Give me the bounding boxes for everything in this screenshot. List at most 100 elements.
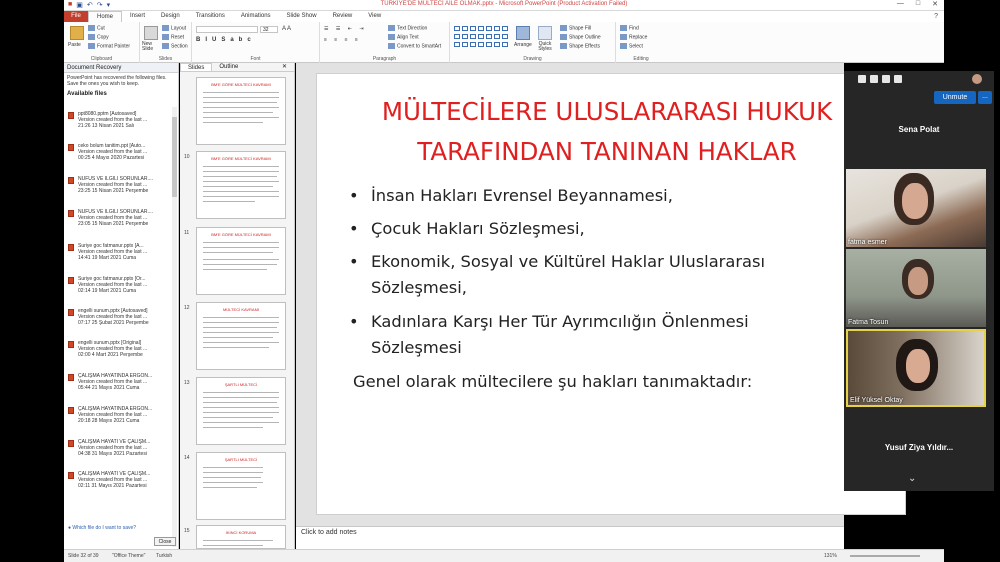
slides-label: Slides [158, 56, 173, 62]
slide-thumbnail[interactable]: ŞARTLI MÜLTECİ [196, 452, 286, 520]
slide-thumbnail[interactable]: MÜLTECİ KAVRAMI [196, 302, 286, 370]
recovery-file-item[interactable]: Suriye goc fatmanur.pptx [Or... Version c… [68, 276, 168, 306]
recovery-close-button[interactable]: Close [154, 537, 176, 546]
recovery-scrollbar[interactable] [172, 107, 177, 547]
new-slide-icon[interactable] [144, 26, 158, 40]
language-indicator[interactable]: Turkish [156, 550, 172, 562]
convert-smartart-button[interactable]: Convert to SmartArt [388, 43, 441, 49]
font-size-field[interactable]: 32 [260, 26, 278, 33]
more-options-button[interactable]: ... [978, 91, 992, 104]
slide-thumbnail[interactable]: BM'E GÖRE MÜLTECİ KAVRAMI [196, 77, 286, 145]
recovery-file-item[interactable]: NÜFUS VE İLGİLİ SORUNLAR.... Version crea… [68, 176, 168, 206]
replace-button[interactable]: Replace [620, 34, 647, 40]
slide-thumbnail[interactable]: BM'E GÖRE MÜLTECİ KAVRAMI [196, 227, 286, 295]
minimize-view-icon[interactable] [858, 75, 866, 83]
pane-close-icon[interactable]: ✕ [275, 63, 294, 71]
cut-button[interactable]: Cut [88, 25, 105, 31]
font-name-field[interactable] [196, 26, 258, 33]
tab-home[interactable]: Home [88, 11, 123, 22]
slide-editing-area: MÜLTECİLERE ULUSLARARASI HUKUK TARAFINDA… [296, 63, 906, 526]
new-slide-button[interactable]: New Slide [142, 42, 162, 52]
recovery-file-item[interactable]: NÜFUS VE İLGİLİ SORUNLAR.... Version crea… [68, 209, 168, 239]
tab-view[interactable]: View [360, 11, 389, 22]
chevron-down-icon[interactable]: ⌄ [908, 473, 916, 484]
format-painter-button[interactable]: Format Painter [88, 43, 130, 49]
find-button[interactable]: Find [620, 25, 639, 31]
font-format-buttons[interactable]: BIUSabc [196, 37, 256, 43]
current-slide[interactable]: MÜLTECİLERE ULUSLARARASI HUKUK TARAFINDA… [316, 73, 906, 515]
maximize-icon[interactable]: □ [916, 0, 920, 8]
recovery-file-item[interactable]: Suriye goc fatmanur.pptx [A... Version cr… [68, 243, 168, 273]
recovery-file-item[interactable]: engelli sunum.pptx [Original] Version cre… [68, 340, 168, 370]
participant-video-tile-active[interactable]: Elif Yüksel Oktay [846, 329, 986, 407]
slides-group: New Slide Layout Reset Section Slides [140, 22, 192, 63]
align-text-button[interactable]: Align Text [388, 34, 419, 40]
participant-name-only: Yusuf Ziya Yıldır... [884, 443, 954, 452]
reset-button[interactable]: Reset [162, 34, 184, 40]
which-file-link[interactable]: ● Which file do I want to save? [68, 525, 136, 531]
slide-thumbnail[interactable]: BM'E GÖRE MÜLTECİ KAVRAMI [196, 151, 286, 219]
slide-title[interactable]: MÜLTECİLERE ULUSLARARASI HUKUK TARAFINDA… [347, 92, 867, 172]
layout-button[interactable]: Layout [162, 25, 186, 31]
recovery-file-item[interactable]: ceko bolum tanitim.ppt [Auto... Version c… [68, 143, 168, 173]
recovery-file-item[interactable]: engelli sunum.pptx [Autosaved] Version cr… [68, 308, 168, 338]
section-button[interactable]: Section [162, 43, 188, 49]
paste-button[interactable]: Paste [68, 42, 81, 48]
slide-thumbnail[interactable]: İKİNCİ KORUMA [196, 525, 286, 549]
arrange-icon[interactable] [516, 26, 530, 40]
participant-video-tile[interactable]: Fatma Tosun [846, 249, 986, 327]
shape-effects-button[interactable]: Shape Effects [560, 43, 600, 49]
title-bar: ■ ▣ ↶ ↷ ▾ TÜRKİYE'DE MÜLTECİ AİLE OLMAK.… [64, 0, 944, 11]
tab-slide-show[interactable]: Slide Show [279, 11, 325, 22]
tab-transitions[interactable]: Transitions [188, 11, 233, 22]
tab-slides[interactable]: Slides [180, 63, 213, 71]
speaker-view-icon[interactable] [870, 75, 878, 83]
recovery-file-item[interactable]: ÇALIŞMA HAYATI VE ÇALIŞM... Version creat… [68, 439, 168, 469]
participant-name: Elif Yüksel Oktay [850, 397, 903, 404]
window-controls: — □ ✕ [897, 0, 938, 8]
shape-outline-button[interactable]: Shape Outline [560, 34, 601, 40]
slide-closing-text[interactable]: Genel olarak mültecilere şu hakları tanı… [353, 372, 752, 391]
align-buttons[interactable]: ≡ ≡ ≡ ≡ [324, 37, 361, 43]
scrollbar-thumb[interactable] [172, 117, 177, 197]
text-direction-button[interactable]: Text Direction [388, 25, 427, 31]
tab-review[interactable]: Review [325, 11, 361, 22]
gallery-view-icon[interactable] [894, 75, 902, 83]
slide-thumbnail[interactable]: ŞARTLI MÜLTECİ [196, 377, 286, 445]
participant-video-tile[interactable]: fatma esmer [846, 169, 986, 247]
zoom-level[interactable]: 131% [824, 550, 837, 562]
copy-button[interactable]: Copy [88, 34, 109, 40]
tab-insert[interactable]: Insert [122, 11, 153, 22]
zoom-slider[interactable] [850, 555, 920, 557]
file-tab[interactable]: File [64, 11, 88, 22]
quick-styles-icon[interactable] [538, 26, 552, 40]
tab-design[interactable]: Design [153, 11, 188, 22]
pptx-file-icon [68, 407, 74, 414]
close-icon[interactable]: ✕ [932, 0, 938, 8]
recovery-file-item[interactable]: ppt8080.pptm [Autosaved] Version created … [68, 111, 168, 141]
select-button[interactable]: Select [620, 43, 643, 49]
slides-pane-tabs: Slides Outline ✕ [180, 63, 294, 72]
editing-label: Editing [633, 56, 649, 62]
tab-outline[interactable]: Outline [212, 63, 245, 71]
minimize-icon[interactable]: — [897, 0, 904, 8]
shape-fill-button[interactable]: Shape Fill [560, 25, 591, 31]
quick-styles-button[interactable]: Quick Styles [534, 42, 556, 52]
notes-pane[interactable]: Click to add notes [296, 526, 844, 549]
tab-animations[interactable]: Animations [233, 11, 279, 22]
pptx-file-icon [68, 374, 74, 381]
list-buttons[interactable]: ☰ ☰ ⇤ ⇥ [324, 26, 367, 32]
font-grow-icon[interactable]: A A [282, 26, 291, 32]
pptx-file-icon [68, 210, 74, 217]
slide-number: 10 [184, 154, 190, 160]
recovery-file-item[interactable]: ÇALIŞMA HAYATINDA ERGON... Version create… [68, 406, 168, 436]
arrange-button[interactable]: Arrange [514, 42, 532, 48]
recovery-file-item[interactable]: ÇALIŞMA HAYATINDA ERGON... Version create… [68, 373, 168, 403]
strip-view-icon[interactable] [882, 75, 890, 83]
help-icon[interactable]: ? [928, 11, 944, 22]
unmute-button[interactable]: Unmute [934, 91, 976, 104]
host-name: Sena Polat [898, 125, 940, 134]
paste-icon[interactable] [70, 26, 84, 40]
status-bar: Slide 32 of 39 "Office Theme" Turkish 13… [64, 549, 944, 562]
recovery-file-item[interactable]: ÇALIŞMA HAYATI VE ÇALIŞM... Version creat… [68, 471, 168, 501]
